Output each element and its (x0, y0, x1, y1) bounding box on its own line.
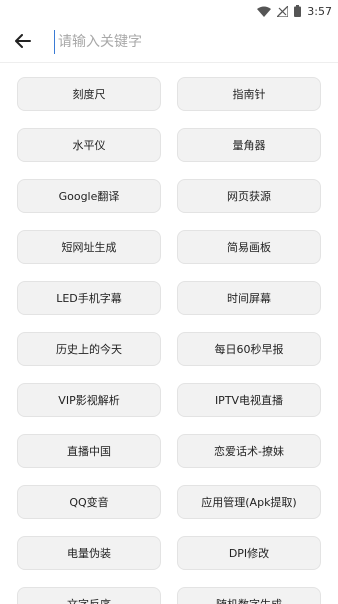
tool-button-live-china[interactable]: 直播中国 (17, 434, 161, 468)
status-time: 3:57 (307, 4, 332, 18)
tool-button-text-reverse[interactable]: 文字反序 (17, 587, 161, 604)
tool-button-random-number[interactable]: 随机数字生成 (177, 587, 321, 604)
tool-button-compass[interactable]: 指南针 (177, 77, 321, 111)
battery-icon (294, 2, 302, 21)
tool-button-simple-drawing[interactable]: 简易画板 (177, 230, 321, 264)
tool-button-short-url[interactable]: 短网址生成 (17, 230, 161, 264)
tool-button-vip-video[interactable]: VIP影视解析 (17, 383, 161, 417)
tool-button-level[interactable]: 水平仪 (17, 128, 161, 162)
tool-button-ruler[interactable]: 刻度尺 (17, 77, 161, 111)
no-signal-icon (275, 2, 289, 21)
tool-button-page-source[interactable]: 网页获源 (177, 179, 321, 213)
tool-button-led-subtitle[interactable]: LED手机字幕 (17, 281, 161, 315)
tool-button-battery-spoof[interactable]: 电量伪装 (17, 536, 161, 570)
tool-button-app-manager[interactable]: 应用管理(Apk提取) (177, 485, 321, 519)
arrow-left-icon (15, 33, 31, 52)
search-bar (0, 22, 338, 63)
tool-button-time-screen[interactable]: 时间屏幕 (177, 281, 321, 315)
tool-button-google-translate[interactable]: Google翻译 (17, 179, 161, 213)
tool-button-daily-news[interactable]: 每日60秒早报 (177, 332, 321, 366)
tool-button-qq-voice-changer[interactable]: QQ变音 (17, 485, 161, 519)
back-button[interactable] (12, 31, 34, 53)
status-bar: 3:57 (0, 0, 338, 22)
search-input[interactable] (54, 30, 318, 54)
tool-button-dpi-modify[interactable]: DPI修改 (177, 536, 321, 570)
tool-grid: 刻度尺 指南针 水平仪 量角器 Google翻译 网页获源 短网址生成 简易画板… (0, 62, 338, 604)
tool-button-history-today[interactable]: 历史上的今天 (17, 332, 161, 366)
status-icons: 3:57 (257, 4, 332, 18)
tool-button-love-talk[interactable]: 恋爱话术-撩妹 (177, 434, 321, 468)
tool-button-protractor[interactable]: 量角器 (177, 128, 321, 162)
tool-button-iptv[interactable]: IPTV电视直播 (177, 383, 321, 417)
wifi-icon (257, 2, 272, 21)
